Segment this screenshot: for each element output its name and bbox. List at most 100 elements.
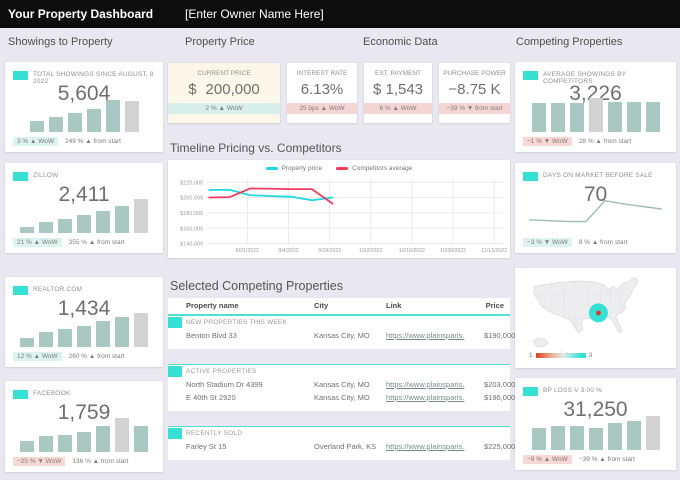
owner-name-field[interactable]: [Enter Owner Name Here] — [185, 0, 324, 28]
price: $225,000 — [484, 442, 516, 451]
kpi-title: FACEBOOK — [33, 390, 71, 397]
econ-card-purchase-power: PURCHASE POWER −8.75 K −39 % ▼ from star… — [439, 63, 510, 123]
map-marker-dot — [596, 310, 601, 316]
wow-badge: 21 % ▲ WoW — [13, 238, 62, 247]
property-link[interactable]: https://www.plainsparis. — [386, 331, 464, 340]
map-color-legend: 1 3 — [529, 352, 592, 359]
bar — [20, 441, 34, 452]
price: $196,000 — [484, 393, 516, 402]
price: $203,000 — [484, 380, 516, 389]
property-link[interactable]: https://www.plainsparis. — [386, 442, 464, 451]
wow-badge: −9 % ▲ WoW — [523, 455, 572, 464]
bar — [134, 426, 148, 452]
bar — [607, 101, 622, 132]
section-header-economic: Economic Data — [363, 36, 438, 48]
kpi-card-realtor: REALTOR.COM 1,434 12 % ▲ WoW 260 % ▲ fro… — [5, 277, 163, 367]
bar — [67, 113, 82, 132]
bar — [96, 426, 110, 452]
delta-strip: 25 bps ▲ WoW — [287, 103, 357, 114]
delta-strip: 6 % ▲ WoW — [364, 103, 432, 114]
legend-max-label: 3 — [588, 352, 593, 359]
bar — [134, 198, 148, 233]
econ-value: $200,000 — [188, 81, 260, 98]
top-bar: Your Property Dashboard [Enter Owner Nam… — [0, 0, 680, 28]
wow-badge: 3 % ▲ WoW — [13, 137, 59, 146]
svg-text:$200,000: $200,000 — [180, 196, 203, 202]
property-link[interactable]: https://www.plainsparis. — [386, 393, 464, 402]
dashboard-title: Your Property Dashboard — [8, 7, 154, 21]
svg-text:$220,000: $220,000 — [180, 180, 203, 186]
econ-title: CURRENT PRICE — [197, 70, 251, 77]
table-title: Selected Competing Properties — [170, 279, 344, 293]
city: Kansas City, MO — [314, 380, 370, 389]
from-start-label: 8 % ▲ from start — [578, 239, 628, 246]
bar — [39, 222, 53, 233]
table-row: Farley St 15 Overland Park, KS https://www… — [168, 440, 515, 453]
group-label: RECENTLY SOLD — [168, 427, 510, 440]
column-header: Property name — [186, 301, 239, 310]
wow-badge: 12 % ▲ WoW — [13, 352, 62, 361]
wow-badge: −3 % ▼ WoW — [523, 238, 572, 247]
svg-text:$180,000: $180,000 — [180, 211, 203, 217]
kpi-title: BP LOSS V 3.00 % — [543, 387, 603, 394]
svg-text:10/16/2022: 10/16/2022 — [399, 248, 425, 254]
legend-min-label: 1 — [529, 352, 533, 359]
table-row: Benton Blvd 33 Kansas City, MO https://www… — [168, 329, 515, 342]
map-card: 1 3 — [515, 268, 676, 368]
days-on-market-sparkline — [525, 195, 666, 233]
bar — [550, 426, 565, 450]
econ-value: −8.75 K — [448, 81, 501, 98]
bar — [115, 417, 129, 452]
property-link[interactable]: https://www.plainsparis. — [386, 380, 464, 389]
table-header-row: Property name City Link Price — [168, 298, 510, 315]
bar — [607, 422, 622, 450]
bar — [77, 215, 91, 233]
bar — [20, 226, 34, 233]
legend-item-property-price: Property price — [265, 165, 322, 172]
city: Overland Park, KS — [314, 442, 377, 451]
kpi-card-zillow: ZILLOW 2,411 21 % ▲ WoW 355 % ▲ from sta… — [5, 163, 163, 253]
bar — [96, 210, 110, 233]
from-start-label: 260 % ▲ from start — [68, 353, 125, 360]
kpi-card-days-on-market: DAYS ON MARKET BEFORE SALE 70 −3 % ▼ WoW… — [515, 163, 676, 253]
bar — [77, 326, 91, 347]
line-swatch-cyan — [265, 167, 278, 170]
teal-square-icon — [523, 387, 538, 396]
group-label: NEW PROPERTIES THIS WEEK — [168, 316, 510, 329]
kpi-card-total-showings: TOTAL SHOWINGS SINCE AUGUST, 8 2022 5,60… — [5, 62, 163, 152]
bar — [531, 103, 546, 132]
bar — [58, 329, 72, 347]
alaska-shape — [532, 337, 549, 347]
price: $190,000 — [484, 331, 516, 340]
svg-text:9/18/2022: 9/18/2022 — [318, 248, 341, 254]
delta-strip: 2 % ▲ WoW — [168, 103, 280, 114]
bar — [124, 101, 139, 132]
teal-square-icon — [168, 428, 182, 439]
from-start-label: 355 % ▲ from start — [68, 239, 125, 246]
legend-item-competitors-average: Competitors average — [336, 165, 412, 172]
property-name: Farley St 15 — [186, 442, 227, 451]
section-header-showings: Showings to Property — [8, 36, 113, 48]
city: Kansas City, MO — [314, 393, 370, 402]
line-swatch-red — [336, 167, 349, 170]
wow-badge: −25 % ▼ WoW — [13, 457, 66, 466]
wow-badge: −1 % ▼ WoW — [523, 137, 572, 146]
econ-card-current-price: CURRENT PRICE $200,000 2 % ▲ WoW — [168, 63, 280, 123]
bar — [626, 421, 641, 450]
bar — [96, 321, 110, 347]
competing-table-body: NEW PROPERTIES THIS WEEK Benton Blvd 33 Ka… — [168, 315, 515, 460]
teal-square-icon — [523, 172, 538, 181]
bar — [58, 434, 72, 452]
bar — [115, 317, 129, 347]
bar — [645, 415, 660, 450]
svg-text:$140,000: $140,000 — [180, 242, 203, 248]
property-name: Benton Blvd 33 — [186, 331, 237, 340]
weekly-bar-chart — [17, 96, 151, 132]
svg-text:8/21/2022: 8/21/2022 — [236, 248, 259, 254]
weekly-bar-chart — [17, 197, 151, 233]
group-label: ACTIVE PROPERTIES — [168, 365, 510, 378]
weekly-bar-chart — [17, 416, 151, 452]
kpi-title: DAYS ON MARKET BEFORE SALE — [543, 172, 653, 179]
kpi-card-facebook: FACEBOOK 1,759 −25 % ▼ WoW 136 % ▲ from … — [5, 381, 163, 472]
econ-card-est-payment: EST. PAYMENT $ 1,543 6 % ▲ WoW — [364, 63, 432, 123]
